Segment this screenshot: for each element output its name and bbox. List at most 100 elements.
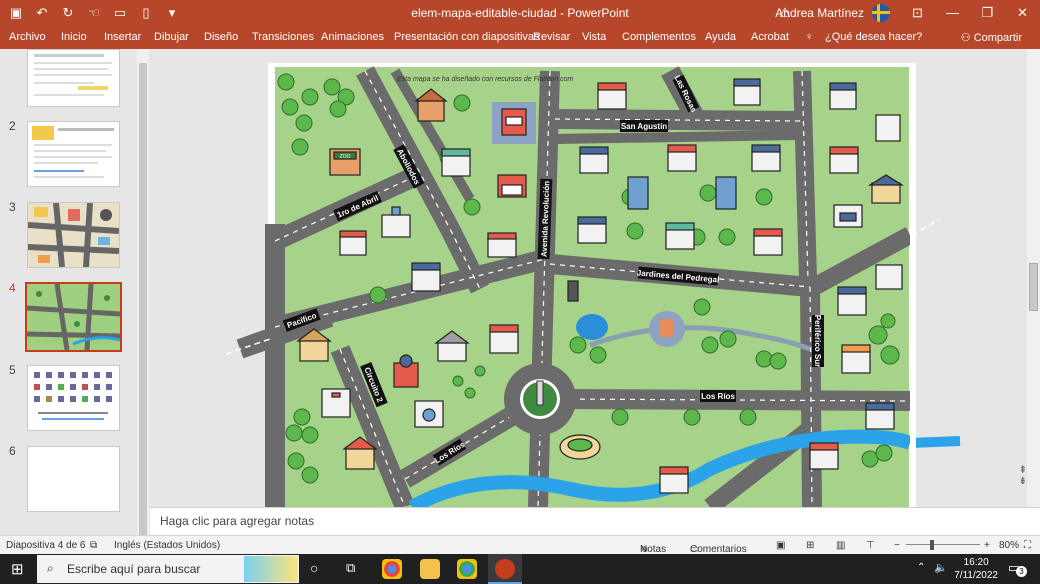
city-map-slide[interactable]: Esta mapa se ha diseñado con recursos de…: [150, 49, 1027, 507]
editor-scrollbar[interactable]: [1027, 49, 1040, 507]
zoom-slider-thumb[interactable]: [930, 540, 934, 550]
title-bar: ▣ ↶ ↻ ☜ ▭ ▯ ▾ elem-mapa-editable-ciudad …: [0, 0, 1040, 27]
monument-icon: [536, 380, 544, 406]
slide-number-4: 4: [9, 281, 16, 295]
hospital-icon: [321, 388, 351, 418]
share-button[interactable]: ⚇ Compartir: [961, 31, 1022, 44]
clothing-store-icon: [577, 216, 607, 244]
tab-vista[interactable]: Vista: [582, 31, 606, 43]
search-icon: ⌕: [47, 561, 54, 575]
slide-thumbnail-3[interactable]: [27, 202, 120, 268]
grocery-icon: [865, 402, 895, 430]
system-clock[interactable]: 16:20 7/11/2022: [954, 556, 998, 582]
slide-thumbnail-1[interactable]: [27, 49, 120, 107]
car-dealer-icon: [833, 204, 863, 228]
notification-count-badge: 3: [1016, 566, 1027, 577]
minimize-icon[interactable]: —: [935, 0, 970, 27]
restore-icon[interactable]: ❐: [970, 0, 1005, 27]
prev-next-slide-controls[interactable]: ⇞ ⇟: [1019, 465, 1027, 487]
notes-placeholder: Haga clic para agregar notas: [160, 514, 315, 528]
stadium-icon: [559, 434, 601, 460]
apartment-icon-1: [875, 114, 901, 142]
tab-insertar[interactable]: Insertar: [104, 31, 141, 43]
slide-thumbnail-4-active[interactable]: [25, 282, 122, 352]
zoom-level[interactable]: 80%: [999, 540, 1019, 551]
thumbnail-scroll-thumb[interactable]: [139, 63, 147, 535]
tab-presentacion[interactable]: Presentación con diapositivas: [394, 31, 540, 43]
tab-acrobat[interactable]: Acrobat: [751, 31, 789, 43]
slide-number-6: 6: [9, 444, 16, 458]
tab-archivo[interactable]: Archivo: [9, 31, 46, 43]
slide-1-preview: [34, 54, 112, 96]
ribbon-display-options-icon[interactable]: ⊡: [900, 0, 935, 27]
restaurant-icon-2: [659, 466, 689, 494]
slide-5-preview: [34, 372, 112, 420]
zoom-in-icon[interactable]: +: [984, 540, 990, 551]
editor-scroll-thumb[interactable]: [1029, 263, 1038, 311]
street-label-los-rios-east: Los Ríos: [701, 392, 735, 401]
tab-transiciones[interactable]: Transiciones: [252, 31, 314, 43]
slide-4-preview: [26, 283, 121, 351]
tab-revisar[interactable]: Revisar: [533, 31, 570, 43]
chrome-icon[interactable]: [382, 559, 402, 579]
bank-icon-2: [733, 78, 761, 106]
cafe-icon-2: [837, 286, 867, 316]
slide-thumbnails-panel: 2 3 4 5 6: [0, 49, 150, 535]
user-avatar[interactable]: [872, 4, 890, 22]
fit-slide-icon[interactable]: ⛶: [1024, 540, 1031, 551]
chrome-icon-2[interactable]: [457, 559, 477, 579]
slide-thumbnail-5[interactable]: [27, 365, 120, 431]
tab-dibujar[interactable]: Dibujar: [154, 31, 189, 43]
close-icon[interactable]: ✕: [1005, 0, 1040, 27]
bakery-icon: [841, 344, 871, 374]
lightbulb-icon[interactable]: ♀: [805, 31, 813, 43]
thumbnail-scrollbar[interactable]: [137, 49, 149, 535]
search-highlight-image: [244, 556, 298, 582]
windows-start-icon[interactable]: ⊞: [11, 560, 24, 578]
powerpoint-taskbar-button[interactable]: [488, 554, 522, 584]
previous-slide-icon[interactable]: ⇞: [1019, 465, 1027, 476]
powerpoint-icon: [495, 559, 515, 579]
tv-store-icon: [667, 144, 697, 172]
gym-icon: [411, 262, 441, 292]
file-explorer-icon[interactable]: [420, 559, 440, 579]
reading-view-icon[interactable]: ▥: [836, 540, 845, 551]
slide-edge: [910, 63, 916, 507]
slide-counter: Diapositiva 4 de 6: [6, 540, 86, 551]
tab-animaciones[interactable]: Animaciones: [321, 31, 384, 43]
spellcheck-icon[interactable]: ⧉: [90, 540, 97, 551]
zoom-slider[interactable]: [906, 544, 980, 545]
slide-2-preview: [32, 126, 114, 178]
tab-complementos[interactable]: Complementos: [622, 31, 696, 43]
tell-me-search[interactable]: ¿Qué desea hacer?: [825, 31, 922, 43]
zoom-out-icon[interactable]: −: [894, 540, 900, 551]
volume-icon[interactable]: 🔈: [934, 561, 948, 574]
gas-shop-icon: [665, 222, 695, 250]
slide-sorter-icon[interactable]: ⊞: [806, 540, 814, 551]
cortana-icon[interactable]: ○: [310, 560, 318, 576]
slide-3-preview: [27, 202, 120, 268]
slide-number-2: 2: [9, 119, 16, 133]
tab-ayuda[interactable]: Ayuda: [705, 31, 736, 43]
bookstore-icon: [441, 148, 471, 177]
next-slide-icon[interactable]: ⇟: [1019, 476, 1027, 487]
slide-thumbnail-2[interactable]: [27, 121, 120, 187]
tab-diseno[interactable]: Diseño: [204, 31, 238, 43]
show-hidden-icons-icon[interactable]: ⌃: [917, 562, 925, 573]
zoo-icon: ZOO: [329, 148, 361, 176]
notes-pane[interactable]: Haga clic para agregar notas: [150, 507, 1040, 535]
normal-view-icon[interactable]: ▣: [776, 540, 785, 551]
fountain-icon: [660, 319, 674, 337]
user-name[interactable]: Andrea Martínez: [775, 6, 864, 20]
market-icon: [751, 144, 781, 172]
cafe-icon: [489, 324, 519, 354]
watchtower-icon: [567, 280, 579, 302]
slideshow-icon[interactable]: ⊤: [866, 540, 875, 551]
apartment-icon-2: [875, 264, 903, 290]
shop-icon-4: [809, 442, 839, 470]
slide-thumbnail-6[interactable]: [27, 446, 120, 512]
tab-inicio[interactable]: Inicio: [61, 31, 87, 43]
pharmacy-icon: [829, 82, 857, 110]
language-indicator[interactable]: Inglés (Estados Unidos): [114, 540, 220, 551]
task-view-icon[interactable]: ⧉: [346, 560, 355, 576]
